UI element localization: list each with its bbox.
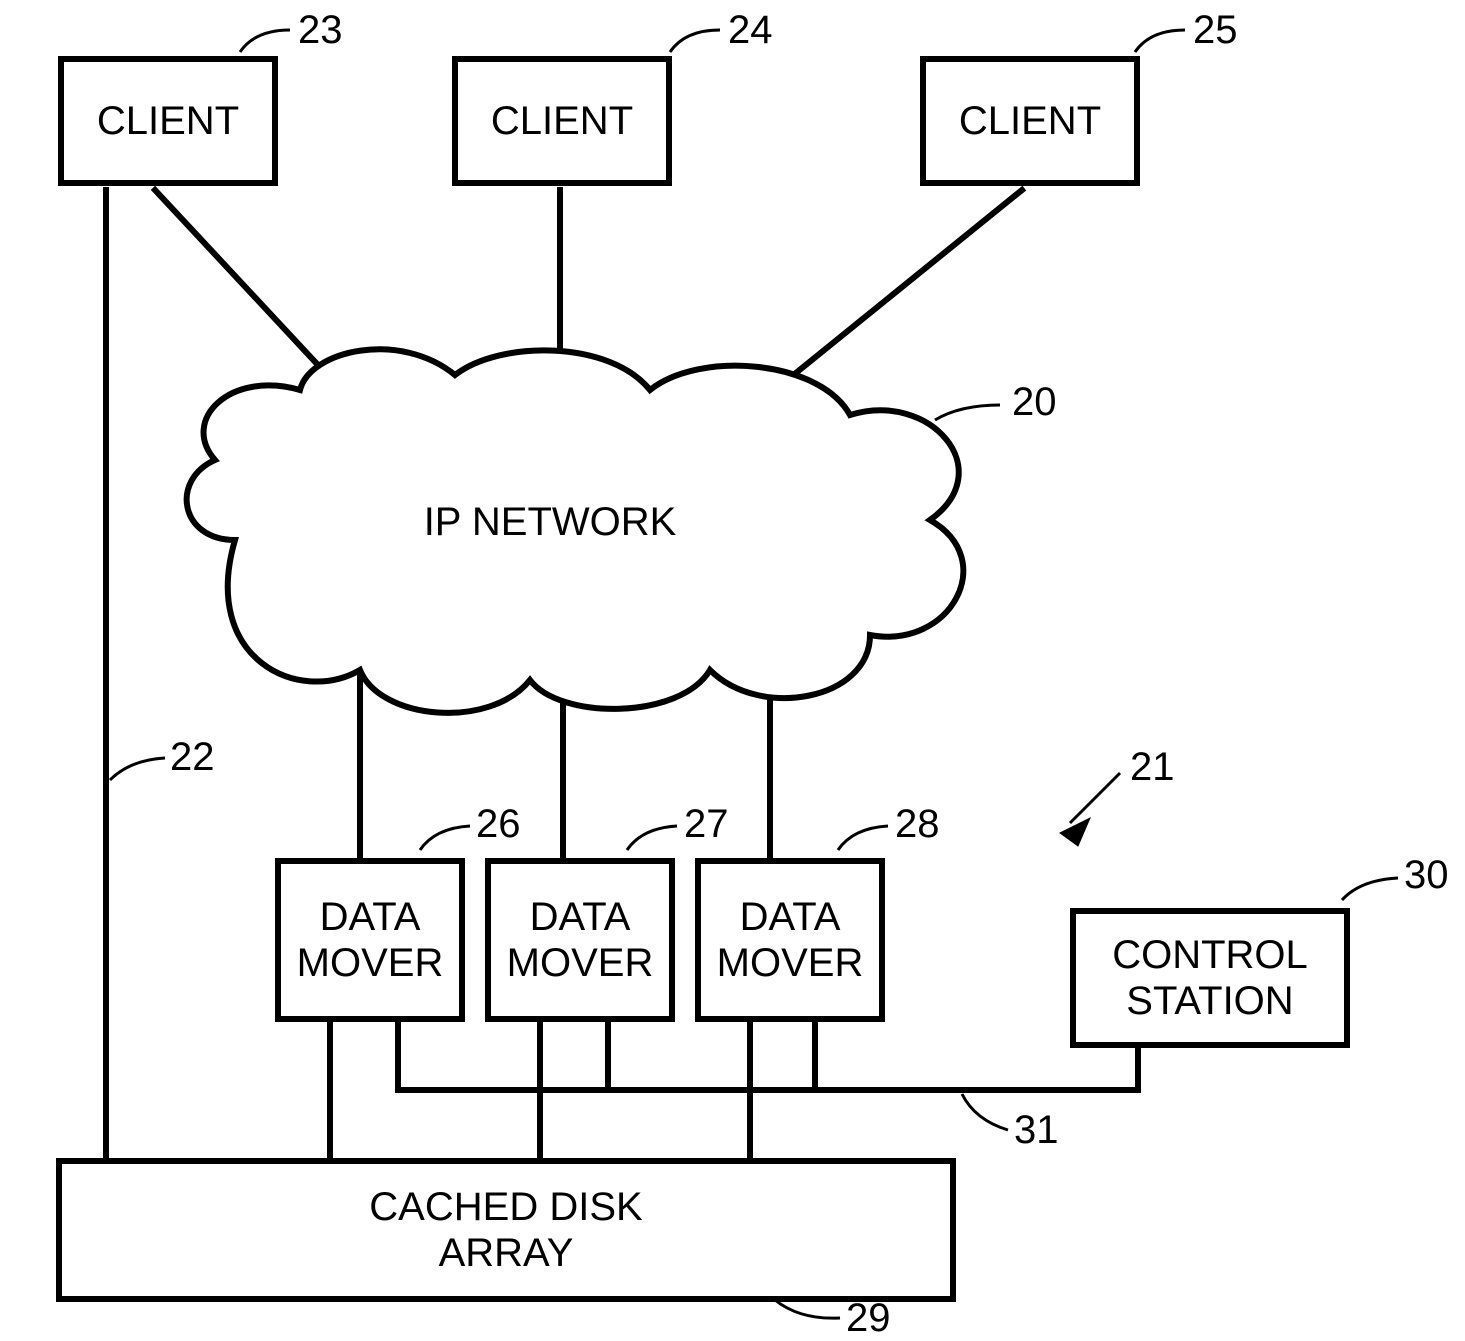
ref-27: 27 [684,802,729,847]
client-3-box: CLIENT [920,56,1140,186]
data-mover-1-label: DATA MOVER [297,894,444,986]
ref-26: 26 [476,802,521,847]
control-station-label: CONTROL STATION [1112,932,1308,1024]
data-mover-3-label: DATA MOVER [717,894,864,986]
ref-28: 28 [895,802,940,847]
ref-21: 21 [1130,745,1175,790]
ip-network-label: IP NETWORK [400,500,700,545]
ref-29: 29 [846,1296,891,1341]
cached-disk-array-box: CACHED DISK ARRAY [56,1158,956,1302]
ref-25: 25 [1193,8,1238,53]
client-1-box: CLIENT [58,56,278,186]
ref-22: 22 [170,735,215,780]
client-2-label: CLIENT [491,98,633,144]
connections-svg [0,0,1465,1340]
ref-24: 24 [728,8,773,53]
client-3-label: CLIENT [959,98,1101,144]
ref-30: 30 [1404,853,1449,898]
data-mover-2-label: DATA MOVER [507,894,654,986]
diagram-canvas: IP NETWORK CLIENT CLIENT CLIENT DATA MOV… [0,0,1465,1340]
cached-disk-array-label: CACHED DISK ARRAY [369,1184,642,1276]
data-mover-2-box: DATA MOVER [485,858,675,1022]
control-station-box: CONTROL STATION [1070,908,1350,1048]
ref-20: 20 [1012,380,1057,425]
ref-31: 31 [1014,1108,1059,1153]
data-mover-1-box: DATA MOVER [275,858,465,1022]
client-1-label: CLIENT [97,98,239,144]
data-mover-3-box: DATA MOVER [695,858,885,1022]
client-2-box: CLIENT [452,56,672,186]
ref-23: 23 [298,8,343,53]
